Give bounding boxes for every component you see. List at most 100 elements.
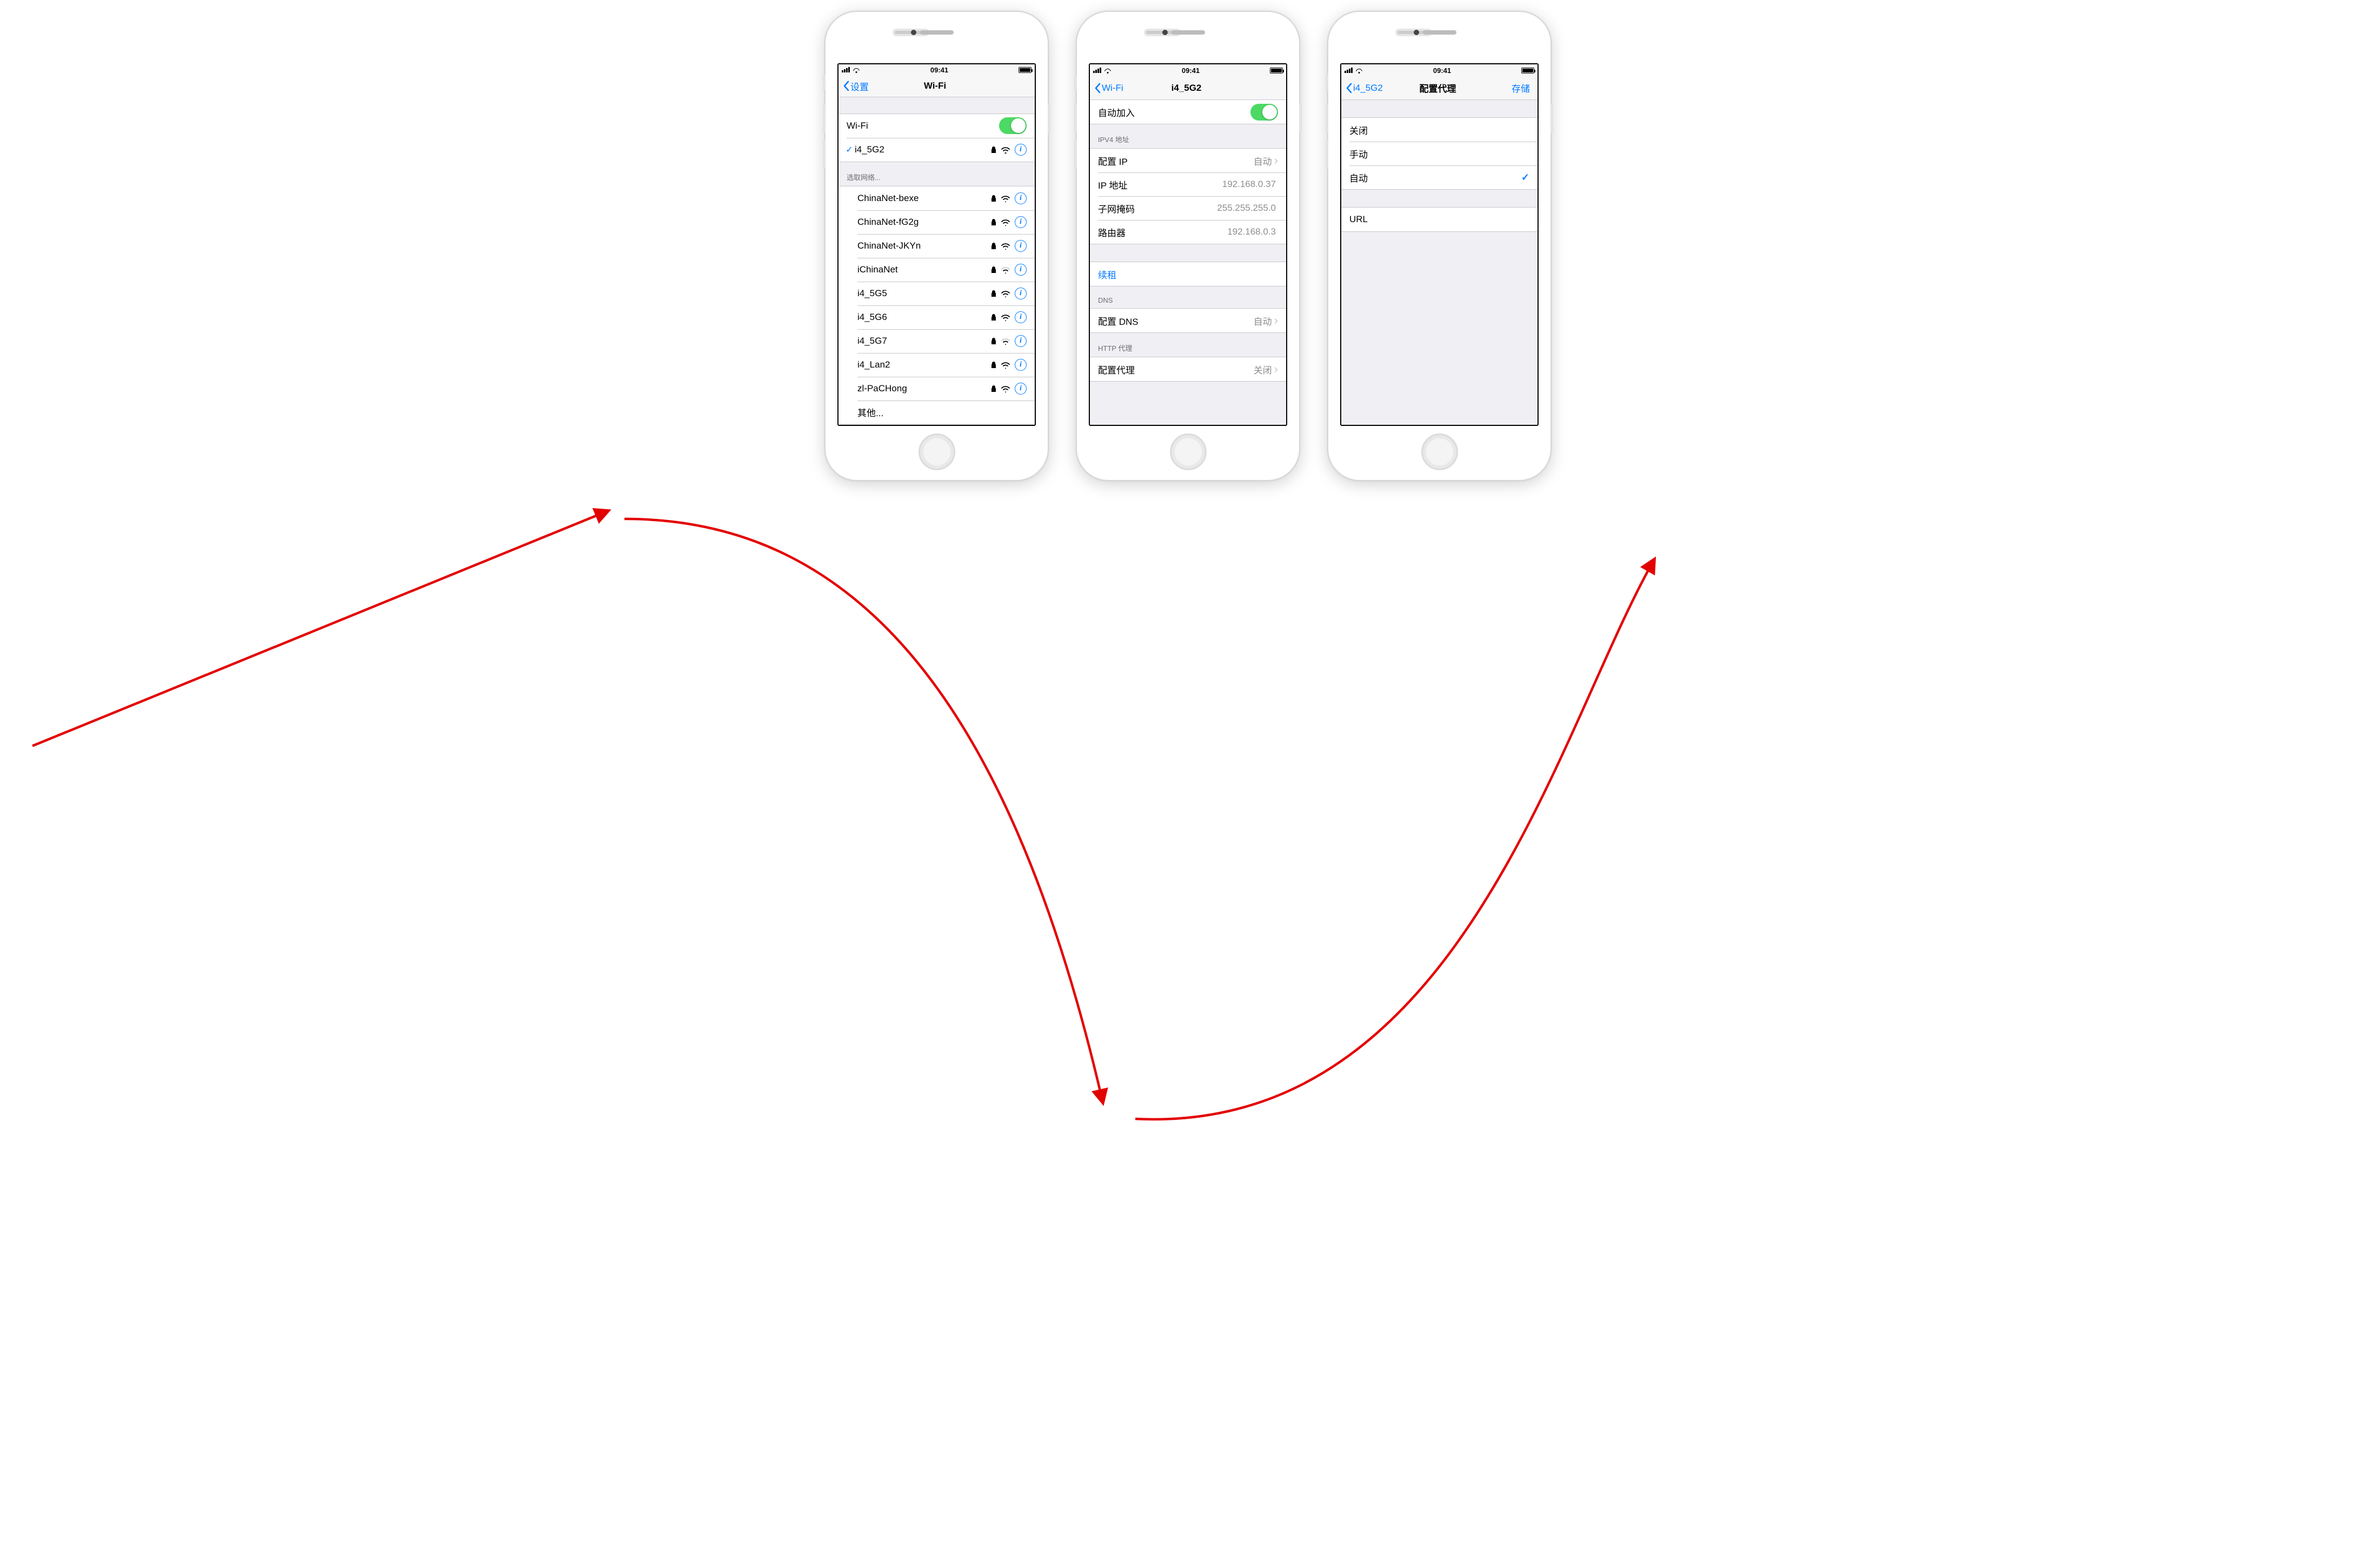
http-proxy-header: HTTP 代理 xyxy=(1090,333,1286,357)
back-button[interactable]: i4_5G2 xyxy=(1346,83,1407,94)
network-row[interactable]: ChinaNet-fG2g i xyxy=(838,210,1035,234)
phone-wifi-detail: 09:41 Wi-Fi i4_5G2 自动加入 IPV4 地址 配置 IP 自动… xyxy=(1076,11,1300,481)
info-button[interactable]: i xyxy=(1015,240,1027,252)
network-row[interactable]: zl-PaCHong i xyxy=(838,377,1035,401)
cell-signal-icon xyxy=(1345,68,1353,73)
battery-icon xyxy=(1521,68,1534,74)
wifi-status-icon xyxy=(1355,68,1363,74)
chevron-left-icon xyxy=(843,81,849,91)
subnet-mask-row: 子网掩码 255.255.255.0 xyxy=(1090,196,1286,220)
ipv4-header: IPV4 地址 xyxy=(1090,124,1286,148)
proxy-url-row[interactable]: URL xyxy=(1341,208,1538,231)
lock-icon xyxy=(991,266,996,273)
info-button[interactable]: i xyxy=(1015,335,1027,347)
lock-icon xyxy=(991,313,996,321)
chevron-left-icon xyxy=(1094,83,1101,94)
router-row: 路由器 192.168.0.3 xyxy=(1090,220,1286,244)
wifi-signal-icon xyxy=(1001,266,1010,273)
network-row[interactable]: ChinaNet-bexe i xyxy=(838,186,1035,210)
network-name: ChinaNet-JKYn xyxy=(857,241,991,251)
status-time: 09:41 xyxy=(1182,66,1200,75)
back-label: Wi-Fi xyxy=(1102,83,1123,94)
network-name: i4_5G7 xyxy=(857,336,991,346)
save-button[interactable]: 存储 xyxy=(1468,81,1533,95)
cell-signal-icon xyxy=(842,67,850,72)
checkmark-icon: ✓ xyxy=(844,144,855,155)
network-row[interactable]: ChinaNet-JKYn i xyxy=(838,234,1035,258)
status-bar: 09:41 xyxy=(838,64,1035,75)
nav-title: Wi-Fi xyxy=(904,81,966,91)
wifi-signal-icon xyxy=(1001,313,1010,321)
proxy-off-option[interactable]: 关闭 xyxy=(1341,118,1538,142)
nav-bar: i4_5G2 配置代理 存储 xyxy=(1341,76,1538,100)
info-button[interactable]: i xyxy=(1015,192,1027,204)
info-button[interactable]: i xyxy=(1015,311,1027,323)
wifi-signal-icon xyxy=(1001,361,1010,369)
choose-network-header: 选取网络... xyxy=(838,162,1035,186)
network-name: zl-PaCHong xyxy=(857,383,991,394)
auto-join-row[interactable]: 自动加入 xyxy=(1090,100,1286,124)
chevron-right-icon: › xyxy=(1274,315,1278,326)
wifi-signal-icon xyxy=(1001,218,1010,226)
wifi-toggle-row[interactable]: Wi-Fi xyxy=(838,114,1035,138)
other-label: 其他... xyxy=(857,405,1027,419)
auto-join-toggle[interactable] xyxy=(1250,104,1278,121)
wifi-signal-icon xyxy=(1001,385,1010,392)
config-ip-row[interactable]: 配置 IP 自动 › xyxy=(1090,149,1286,172)
back-label: i4_5G2 xyxy=(1353,83,1383,94)
info-button[interactable]: i xyxy=(1015,264,1027,276)
ip-address-row: IP 地址 192.168.0.37 xyxy=(1090,172,1286,196)
network-name: ChinaNet-fG2g xyxy=(857,217,991,228)
lock-icon xyxy=(991,218,996,226)
back-button[interactable]: 设置 xyxy=(843,79,904,93)
lock-icon xyxy=(991,195,996,202)
info-button[interactable]: i xyxy=(1015,359,1027,371)
chevron-right-icon: › xyxy=(1274,155,1278,166)
wifi-signal-icon xyxy=(1001,242,1010,250)
wifi-status-icon xyxy=(1103,68,1112,74)
lock-icon xyxy=(991,361,996,369)
wifi-status-icon xyxy=(852,67,860,73)
nav-title: i4_5G2 xyxy=(1156,83,1217,94)
network-row[interactable]: i4_Lan2i xyxy=(838,353,1035,377)
back-label: 设置 xyxy=(850,79,869,93)
status-time: 09:41 xyxy=(930,66,948,74)
network-name: i4_5G6 xyxy=(857,312,991,323)
wifi-toggle-label: Wi-Fi xyxy=(847,121,999,131)
dns-header: DNS xyxy=(1090,286,1286,308)
renew-lease-button[interactable]: 续租 xyxy=(1090,262,1286,286)
network-row[interactable]: iChinaNet i xyxy=(838,258,1035,282)
info-button[interactable]: i xyxy=(1015,216,1027,228)
info-button[interactable]: i xyxy=(1015,383,1027,395)
back-button[interactable]: Wi-Fi xyxy=(1094,83,1156,94)
chevron-right-icon: › xyxy=(1274,363,1278,375)
wifi-signal-icon xyxy=(1001,337,1010,345)
nav-bar: 设置 Wi-Fi xyxy=(838,75,1035,97)
nav-bar: Wi-Fi i4_5G2 xyxy=(1090,76,1286,100)
phone-wifi-list: 09:41 设置 Wi-Fi Wi-Fi ✓ i4_5G2 xyxy=(824,11,1049,481)
config-proxy-row[interactable]: 配置代理 关闭 › xyxy=(1090,357,1286,381)
lock-icon xyxy=(991,146,996,154)
connected-network-row[interactable]: ✓ i4_5G2 i xyxy=(838,138,1035,162)
info-button[interactable]: i xyxy=(1015,288,1027,299)
lock-icon xyxy=(991,242,996,250)
lock-icon xyxy=(991,337,996,345)
info-button[interactable]: i xyxy=(1015,144,1027,156)
proxy-manual-option[interactable]: 手动 xyxy=(1341,142,1538,165)
wifi-signal-icon xyxy=(1001,290,1010,297)
proxy-auto-option[interactable]: 自动 ✓ xyxy=(1341,165,1538,189)
lock-icon xyxy=(991,290,996,297)
network-row[interactable]: i4_5G7 i xyxy=(838,329,1035,353)
other-network-row[interactable]: 其他... xyxy=(838,401,1035,424)
network-row[interactable]: i4_5G5 i xyxy=(838,282,1035,305)
config-dns-row[interactable]: 配置 DNS 自动 › xyxy=(1090,309,1286,332)
wifi-signal-icon xyxy=(1001,146,1010,154)
checkmark-icon: ✓ xyxy=(1521,172,1529,183)
network-name: iChinaNet xyxy=(857,264,991,275)
network-name: ChinaNet-bexe xyxy=(857,193,991,204)
status-time: 09:41 xyxy=(1433,66,1451,75)
battery-icon xyxy=(1270,68,1283,74)
network-name: i4_5G5 xyxy=(857,288,991,299)
network-row[interactable]: i4_5G6 i xyxy=(838,305,1035,329)
wifi-toggle-switch[interactable] xyxy=(999,117,1027,134)
